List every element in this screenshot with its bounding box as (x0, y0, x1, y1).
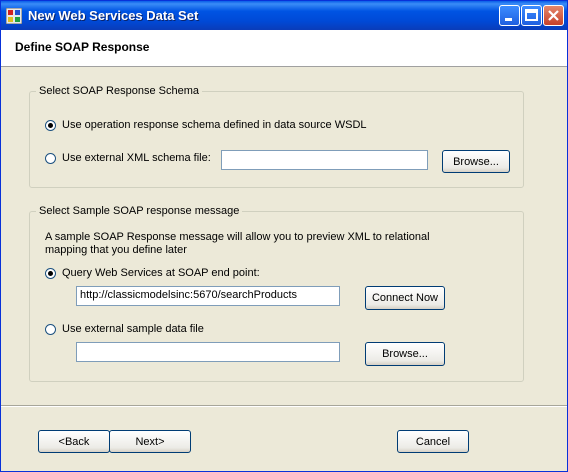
radio-operation-schema-label: Use operation response schema defined in… (62, 119, 367, 131)
browse-schema-button[interactable]: Browse... (442, 150, 510, 173)
sample-description-line2: mapping that you define later (45, 244, 187, 256)
title-bar[interactable]: New Web Services Data Set (1, 1, 567, 30)
close-button[interactable] (543, 5, 564, 26)
maximize-icon (525, 9, 538, 21)
connect-now-button-label: Connect Now (371, 292, 439, 304)
minimize-button[interactable] (499, 5, 520, 26)
wizard-header: Define SOAP Response (1, 30, 567, 67)
browse-sample-button-label: Browse... (382, 348, 428, 360)
footer-divider (1, 405, 567, 407)
next-button-label: Next> (135, 435, 165, 448)
dialog-window: New Web Services Data Set Define SOAP Re… (0, 0, 568, 472)
radio-checked-icon (45, 119, 56, 131)
connect-now-button[interactable]: Connect Now (365, 286, 445, 310)
sample-description-line1: A sample SOAP Response message will allo… (45, 231, 430, 243)
cancel-button[interactable]: Cancel (397, 430, 469, 453)
external-schema-file-input[interactable] (221, 150, 428, 170)
radio-checked-icon (45, 267, 56, 279)
minimize-icon (505, 18, 512, 21)
close-icon (548, 10, 559, 21)
sample-data-file-input[interactable] (76, 342, 340, 362)
page-title: Define SOAP Response (15, 40, 150, 54)
radio-query-endpoint-label: Query Web Services at SOAP end point: (62, 267, 260, 279)
radio-query-endpoint[interactable]: Query Web Services at SOAP end point: (45, 267, 260, 279)
radio-external-schema[interactable]: Use external XML schema file: (45, 152, 211, 164)
browse-sample-button[interactable]: Browse... (365, 342, 445, 366)
radio-unchecked-icon (45, 152, 56, 164)
radio-operation-schema[interactable]: Use operation response schema defined in… (45, 119, 367, 131)
maximize-button[interactable] (521, 5, 542, 26)
app-icon (6, 8, 22, 24)
radio-external-sample-file[interactable]: Use external sample data file (45, 323, 204, 335)
back-button[interactable]: <Back (38, 430, 110, 453)
sample-group-legend: Select Sample SOAP response message (39, 205, 240, 217)
window-title: New Web Services Data Set (28, 8, 199, 23)
radio-unchecked-icon (45, 323, 56, 335)
cancel-button-label: Cancel (415, 435, 451, 448)
browse-schema-button-label: Browse... (453, 155, 499, 168)
radio-external-schema-label: Use external XML schema file: (62, 152, 211, 164)
radio-external-sample-file-label: Use external sample data file (62, 323, 204, 335)
schema-group-legend: Select SOAP Response Schema (39, 85, 199, 97)
next-button[interactable]: Next> (109, 430, 191, 453)
back-button-label: <Back (58, 435, 90, 448)
soap-endpoint-input[interactable]: http://classicmodelsinc:5670/searchProdu… (76, 286, 340, 306)
